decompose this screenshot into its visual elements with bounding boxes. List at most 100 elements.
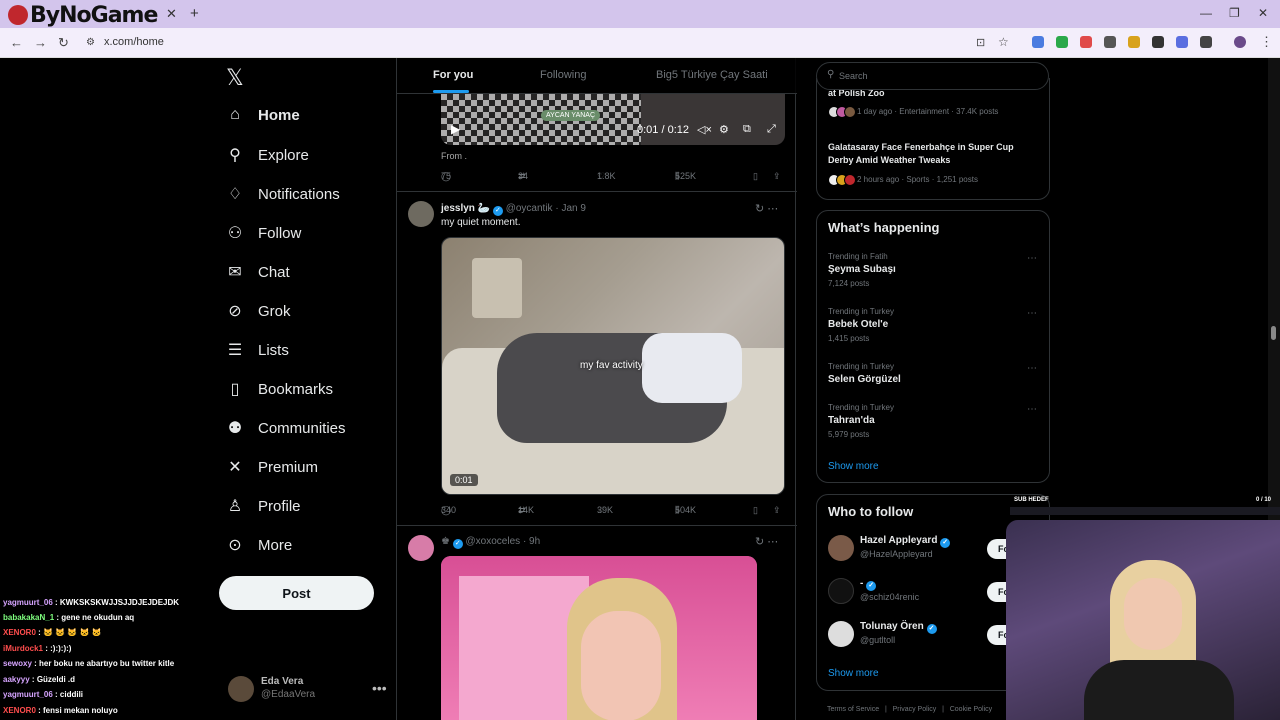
sidebar-item-explore[interactable]: ⚲ Explore xyxy=(226,145,309,165)
avatar[interactable] xyxy=(408,201,434,227)
post2-handle[interactable]: @oycantik xyxy=(506,203,553,214)
account-handle: @EdaaVera xyxy=(261,689,316,700)
x-logo-icon[interactable]: 𝕏 xyxy=(226,66,244,91)
popout-icon[interactable]: ⧉ xyxy=(743,123,751,136)
trend-name[interactable]: Şeyma Subaşı xyxy=(828,264,896,275)
post2-video[interactable]: my fav activity 0:01 xyxy=(441,237,785,495)
address-bar[interactable]: x.com/home xyxy=(104,36,164,48)
post2-date[interactable]: Jan 9 xyxy=(561,203,585,214)
chat-user: babakakaN_1 xyxy=(3,613,55,622)
user-name-text: Hazel Appleyard xyxy=(860,535,938,546)
new-tab-button[interactable]: + xyxy=(190,5,199,22)
post3-media[interactable] xyxy=(441,556,757,720)
show-more-link[interactable]: Show more xyxy=(828,461,879,472)
add-user-icon: ⚇ xyxy=(227,225,243,242)
user-name[interactable]: - ✓ xyxy=(860,578,877,591)
sidebar-item-home[interactable]: ⌂ Home xyxy=(226,106,300,124)
sidebar-item-more[interactable]: ⊙ More xyxy=(226,535,292,555)
more-dots-icon[interactable]: ⋯ xyxy=(1027,308,1037,319)
mute-icon[interactable]: ◁× xyxy=(697,123,712,136)
close-window-button[interactable]: ✕ xyxy=(1258,6,1268,20)
grok-explain-icon[interactable]: ↻ ⋯ xyxy=(755,202,778,215)
tab-for-you[interactable]: For you xyxy=(433,69,473,81)
sidebar-item-profile[interactable]: ♙ Profile xyxy=(226,496,301,516)
post2-header: jesslyn 🦢 ✓ @oycantik · Jan 9 xyxy=(441,203,586,216)
share-icon[interactable]: ⇪ xyxy=(773,171,781,182)
avatar[interactable] xyxy=(408,535,434,561)
tab-close-icon[interactable]: ✕ xyxy=(166,6,177,22)
more-dots-icon[interactable]: ••• xyxy=(372,680,387,696)
tab-big5[interactable]: Big5 Türkiye Çay Saati xyxy=(656,69,768,81)
chat-text: :):):):) xyxy=(50,644,72,653)
reply-count: 340 xyxy=(441,505,457,515)
bookmark-star-icon[interactable]: ☆ xyxy=(998,35,1009,49)
share-icon[interactable]: ⇪ xyxy=(773,505,781,516)
browser-tab-strip: ByNoGame ✕ + — ❐ ✕ xyxy=(0,0,1280,28)
sidebar-item-label: Premium xyxy=(258,458,319,476)
grok-explain-icon[interactable]: ↻ ⋯ xyxy=(755,535,778,548)
maximize-button[interactable]: ❐ xyxy=(1229,6,1240,20)
post2-author[interactable]: jesslyn 🦢 xyxy=(441,203,490,214)
extension-coin-icon[interactable] xyxy=(1128,36,1140,48)
user-name[interactable]: Hazel Appleyard ✓ xyxy=(860,535,951,548)
reload-icon[interactable]: ↻ xyxy=(58,35,69,51)
news-title[interactable]: Galatasaray Face Fenerbahçe in Super Cup… xyxy=(828,141,1040,167)
trend-context: Trending in Turkey xyxy=(828,403,894,412)
post-button[interactable]: Post xyxy=(219,576,374,610)
back-icon[interactable]: ← xyxy=(10,35,23,50)
chat-message: sewoxy : her boku ne abartıyo bu twitter… xyxy=(3,659,175,668)
extension-red-icon[interactable] xyxy=(1080,36,1092,48)
avatar[interactable] xyxy=(828,535,854,561)
search-input[interactable]: ⚲ Search xyxy=(816,62,1049,90)
fullscreen-icon[interactable]: ⤢ xyxy=(767,123,776,136)
sidebar-item-lists[interactable]: ☰ Lists xyxy=(226,340,289,360)
sidebar-item-grok[interactable]: ⊘ Grok xyxy=(226,301,290,321)
chat-message: XENOR0 : fensi mekan noluyo xyxy=(3,706,118,715)
show-more-link[interactable]: Show more xyxy=(828,668,879,679)
tab-following[interactable]: Following xyxy=(540,69,586,81)
extension-box-icon[interactable] xyxy=(1152,36,1164,48)
post1-video[interactable]: AYCAN YANAÇ ▶ 0:01 / 0:12 ◁× ⚙ ⧉ ⤢ xyxy=(441,94,785,145)
sub-goal-bar xyxy=(1010,507,1280,515)
extension-cast-icon[interactable] xyxy=(1176,36,1188,48)
sidebar-item-bookmarks[interactable]: ▯ Bookmarks xyxy=(226,379,333,399)
sidebar-item-premium[interactable]: ✕ Premium xyxy=(226,457,318,477)
extension-translate-icon[interactable] xyxy=(1032,36,1044,48)
x-icon: ✕ xyxy=(228,459,242,476)
post3-handle[interactable]: @xoxoceles xyxy=(466,536,521,547)
forward-icon[interactable]: → xyxy=(34,35,47,50)
trend-name[interactable]: Selen Görgüzel xyxy=(828,374,901,385)
chat-text: gene ne okudun aq xyxy=(61,613,135,622)
sidebar-item-notifications[interactable]: ♢ Notifications xyxy=(226,184,340,204)
install-icon[interactable]: ⊡ xyxy=(976,36,985,49)
sidebar-item-communities[interactable]: ⚉ Communities xyxy=(226,418,346,438)
cookie-link[interactable]: Cookie Policy xyxy=(950,706,992,713)
privacy-link[interactable]: Privacy Policy xyxy=(893,706,937,713)
post3-date[interactable]: 9h xyxy=(529,536,540,547)
scroll-thumb[interactable] xyxy=(1271,326,1276,340)
trend-name[interactable]: Tahran'da xyxy=(828,415,875,426)
more-dots-icon[interactable]: ⋯ xyxy=(1027,404,1037,415)
settings-icon[interactable]: ⚙ xyxy=(719,123,729,136)
terms-link[interactable]: Terms of Service xyxy=(827,706,879,713)
search-placeholder: Search xyxy=(839,71,868,81)
bookmark-icon[interactable]: ▯ xyxy=(753,171,758,182)
extensions-puzzle-icon[interactable] xyxy=(1200,36,1212,48)
avatar[interactable] xyxy=(828,621,854,647)
play-icon[interactable]: ▶ xyxy=(451,122,460,136)
site-info-icon[interactable]: ⚙ xyxy=(86,37,95,48)
bookmark-icon[interactable]: ▯ xyxy=(753,505,758,516)
sidebar-item-chat[interactable]: ✉ Chat xyxy=(226,262,289,282)
more-dots-icon[interactable]: ⋯ xyxy=(1027,253,1037,264)
more-dots-icon[interactable]: ⋯ xyxy=(1027,363,1037,374)
profile-avatar-icon[interactable] xyxy=(1234,36,1246,48)
extension-dark-icon[interactable] xyxy=(1104,36,1116,48)
sidebar-item-follow[interactable]: ⚇ Follow xyxy=(226,223,302,243)
browser-menu-icon[interactable]: ⋮ xyxy=(1260,34,1273,50)
trend-name[interactable]: Bebek Otel'e xyxy=(828,319,888,330)
extension-shield-icon[interactable] xyxy=(1056,36,1068,48)
minimize-button[interactable]: — xyxy=(1200,6,1212,20)
user-name[interactable]: Tolunay Ören ✓ xyxy=(860,621,937,634)
verified-badge-icon: ✓ xyxy=(940,538,951,548)
avatar[interactable] xyxy=(828,578,854,604)
